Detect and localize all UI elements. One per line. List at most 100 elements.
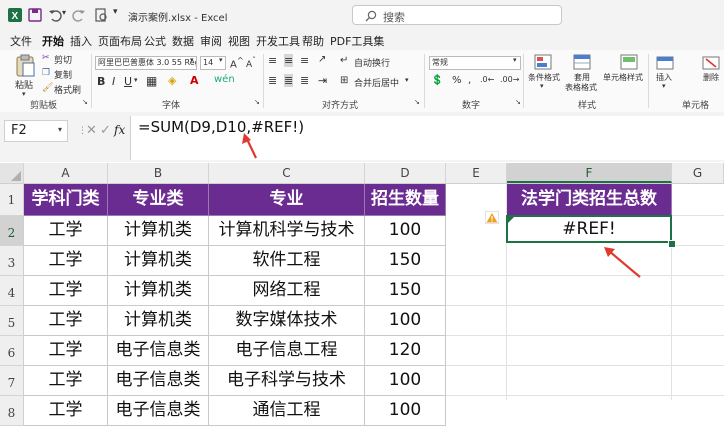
increase-font-icon[interactable]: A^	[230, 55, 244, 70]
align-top-icon[interactable]: ≡	[268, 54, 277, 67]
cell-styles-icon[interactable]	[620, 54, 638, 70]
cut-icon[interactable]: ✂	[42, 53, 50, 63]
conditional-formatting-label[interactable]: 条件格式	[528, 72, 560, 83]
column-header-g[interactable]: G	[672, 163, 724, 183]
align-right-icon[interactable]: ≣	[300, 74, 309, 87]
search-box[interactable]: 搜索	[352, 5, 562, 25]
customize-qat-icon[interactable]: ▾	[113, 7, 118, 17]
row-header-5[interactable]: 5	[0, 306, 24, 336]
column-header-b[interactable]: B	[108, 163, 209, 183]
align-middle-icon[interactable]: ≡	[284, 54, 294, 67]
row-header-6[interactable]: 6	[0, 336, 24, 366]
table-cell[interactable]: 软件工程	[209, 246, 365, 276]
tab-developer[interactable]: 开发工具	[256, 33, 300, 49]
format-as-table-icon[interactable]	[573, 54, 591, 70]
format-painter-label[interactable]: 格式刷	[54, 83, 81, 96]
currency-icon[interactable]: 💲	[431, 75, 443, 86]
fill-color-icon[interactable]: ◈	[168, 74, 176, 87]
column-header-d[interactable]: D	[365, 163, 446, 183]
copy-icon[interactable]: ❐	[42, 68, 50, 78]
table-cell[interactable]: 工学	[24, 396, 108, 426]
table-cell[interactable]: 计算机类	[108, 216, 209, 246]
row-header-7[interactable]: 7	[0, 366, 24, 396]
table-cell[interactable]: 计算机类	[108, 306, 209, 336]
column-header-c[interactable]: C	[209, 163, 365, 183]
header-cell-d1[interactable]: 招生数量	[365, 184, 446, 216]
select-all-corner[interactable]	[0, 163, 24, 183]
warning-icon[interactable]	[485, 211, 499, 224]
merge-dropdown-icon[interactable]: ▾	[405, 76, 409, 84]
borders-icon[interactable]: ▦	[146, 74, 157, 88]
font-name-combo[interactable]: 阿里巴巴普惠体 3.0 55 Regu	[95, 56, 197, 70]
tab-page-layout[interactable]: 页面布局	[98, 33, 142, 49]
table-cell[interactable]: 电子信息类	[108, 366, 209, 396]
row-header-8[interactable]: 8	[0, 396, 24, 426]
font-size-dropdown-icon[interactable]: ▾	[219, 56, 223, 64]
insert-cells-dropdown-icon[interactable]: ▾	[662, 82, 666, 90]
format-as-table-label-2[interactable]: 表格格式	[565, 82, 597, 93]
table-cell[interactable]: 计算机类	[108, 276, 209, 306]
header-cell-f1[interactable]: 法学门类招生总数	[507, 184, 672, 216]
column-header-f[interactable]: F	[507, 163, 672, 183]
header-cell-c1[interactable]: 专业	[209, 184, 365, 216]
decrease-decimal-icon[interactable]: .00→	[500, 75, 519, 84]
merge-center-label[interactable]: 合并后居中	[354, 76, 399, 89]
table-cell[interactable]: 150	[365, 246, 446, 276]
decrease-font-icon[interactable]: Aˇ	[246, 56, 256, 70]
number-format-dropdown-icon[interactable]: ▾	[513, 56, 517, 64]
table-cell[interactable]: 工学	[24, 366, 108, 396]
underline-icon[interactable]: U	[124, 75, 132, 88]
paste-dropdown-icon[interactable]: ▾	[22, 90, 26, 98]
table-cell[interactable]: 计算机科学与技术	[209, 216, 365, 246]
wrap-text-icon[interactable]: ↵	[340, 55, 348, 66]
cell-styles-label[interactable]: 单元格样式	[603, 72, 643, 83]
font-color-icon[interactable]: A	[190, 74, 199, 87]
alignment-launcher-icon[interactable]: ↘	[414, 98, 420, 106]
table-cell[interactable]: 100	[365, 216, 446, 246]
table-cell[interactable]: 工学	[24, 276, 108, 306]
insert-cells-icon[interactable]	[656, 54, 674, 70]
table-cell[interactable]: 电子信息类	[108, 396, 209, 426]
orientation-icon[interactable]: ↗	[318, 54, 326, 65]
row-header-2[interactable]: 2	[0, 216, 24, 246]
cut-label[interactable]: 剪切	[54, 53, 72, 66]
percent-icon[interactable]: %	[452, 75, 462, 86]
selected-cell-f2[interactable]: #REF!	[506, 215, 672, 243]
delete-cells-label[interactable]: 删除	[703, 72, 719, 83]
paste-icon[interactable]	[14, 54, 36, 78]
wrap-text-label[interactable]: 自动换行	[354, 56, 390, 69]
print-preview-icon[interactable]	[94, 8, 108, 22]
table-cell[interactable]: 电子信息类	[108, 336, 209, 366]
insert-function-icon[interactable]: fx	[114, 123, 125, 137]
table-cell[interactable]: 工学	[24, 336, 108, 366]
table-cell[interactable]: 工学	[24, 216, 108, 246]
table-cell[interactable]: 工学	[24, 246, 108, 276]
format-painter-icon[interactable]: 🖌	[42, 83, 53, 93]
tab-home[interactable]: 开始	[42, 33, 64, 52]
row-header-4[interactable]: 4	[0, 276, 24, 306]
phonetic-icon[interactable]: wén	[214, 74, 235, 85]
font-name-dropdown-icon[interactable]: ▾	[190, 56, 194, 64]
indent-icon[interactable]: ⇥	[318, 74, 327, 87]
table-cell[interactable]: 100	[365, 396, 446, 426]
number-launcher-icon[interactable]: ↘	[515, 98, 521, 106]
table-cell[interactable]: 通信工程	[209, 396, 365, 426]
italic-icon[interactable]: I	[112, 75, 115, 88]
conditional-formatting-dropdown-icon[interactable]: ▾	[540, 82, 544, 90]
header-cell-a1[interactable]: 学科门类	[24, 184, 108, 216]
comma-style-icon[interactable]: ,	[468, 75, 471, 86]
tab-help[interactable]: 帮助	[302, 33, 324, 49]
fill-handle[interactable]	[668, 240, 676, 248]
undo-dropdown-icon[interactable]: ▾	[62, 8, 66, 17]
name-box-dropdown-icon[interactable]: ▾	[58, 125, 62, 134]
underline-dropdown-icon[interactable]: ▾	[134, 76, 138, 84]
row-header-1[interactable]: 1	[0, 184, 24, 216]
formula-input[interactable]: =SUM(D9,D10,#REF!)	[138, 118, 304, 136]
table-cell[interactable]: 工学	[24, 306, 108, 336]
table-cell[interactable]: 100	[365, 366, 446, 396]
undo-icon[interactable]	[48, 8, 62, 22]
confirm-formula-icon[interactable]: ✓	[100, 123, 111, 138]
number-format-combo[interactable]: 常规	[429, 56, 521, 70]
conditional-formatting-icon[interactable]	[534, 54, 552, 70]
tab-formulas[interactable]: 公式	[144, 33, 166, 49]
